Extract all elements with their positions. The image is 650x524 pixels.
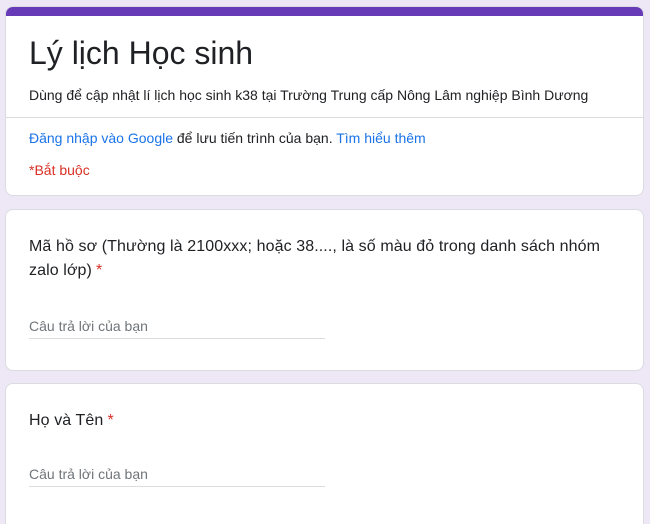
signin-text: để lưu tiến trình của bạn. bbox=[173, 130, 337, 146]
required-note: *Bắt buộc bbox=[29, 162, 90, 178]
question-title: Họ và Tên * bbox=[29, 409, 114, 433]
learn-more-link[interactable]: Tìm hiểu thêm bbox=[336, 130, 425, 146]
required-star: * bbox=[95, 262, 103, 279]
question-title-text: Họ và Tên bbox=[29, 412, 104, 429]
signin-link[interactable]: Đăng nhập vào Google bbox=[29, 130, 173, 146]
full-name-answer-input[interactable] bbox=[29, 461, 325, 487]
form-title: Lý lịch Học sinh bbox=[29, 35, 254, 71]
form-description: Dùng để cập nhật lí lịch học sinh k38 tạ… bbox=[29, 87, 589, 103]
header-accent-bar bbox=[6, 7, 643, 16]
question-title-text: Mã hồ sơ (Thường là 2100xxx; hoặc 38....… bbox=[29, 238, 601, 279]
signin-prompt: Đăng nhập vào Google để lưu tiến trình c… bbox=[29, 128, 426, 148]
header-divider bbox=[6, 117, 643, 118]
form-header-card: Lý lịch Học sinh Dùng để cập nhật lí lịc… bbox=[5, 6, 644, 196]
question-card-record-id: Mã hồ sơ (Thường là 2100xxx; hoặc 38....… bbox=[5, 209, 644, 371]
record-id-answer-input[interactable] bbox=[29, 313, 325, 339]
question-card-full-name: Họ và Tên * bbox=[5, 383, 644, 524]
form-page: Lý lịch Học sinh Dùng để cập nhật lí lịc… bbox=[0, 0, 650, 524]
required-star: * bbox=[107, 412, 114, 429]
question-title: Mã hồ sơ (Thường là 2100xxx; hoặc 38....… bbox=[29, 235, 629, 283]
